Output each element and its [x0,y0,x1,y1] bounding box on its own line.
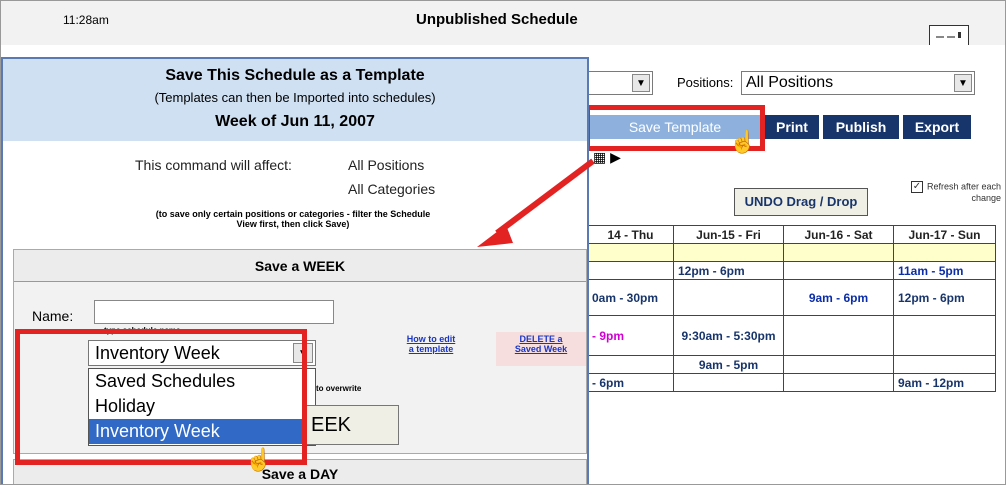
screenshot-frame: 11:28am Unpublished Schedule ▼ Positions… [0,0,1006,485]
callout-arrow-line [495,158,595,236]
callout-arrow [477,158,595,247]
